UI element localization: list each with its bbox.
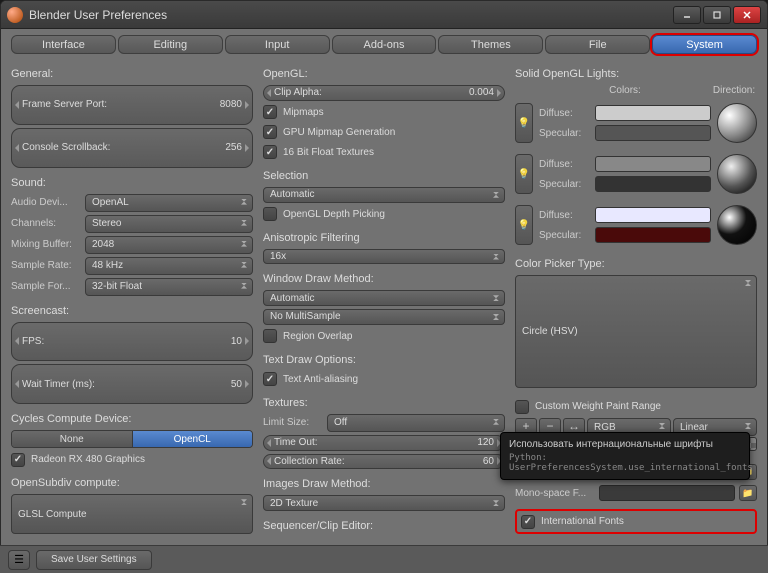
titlebar: Blender User Preferences	[1, 1, 767, 29]
footer: ☰ Save User Settings	[0, 545, 768, 573]
tooltip-python: Python: UserPreferencesSystem.use_intern…	[509, 453, 741, 473]
light-3-toggle[interactable]	[515, 205, 533, 245]
light-2-diffuse[interactable]	[595, 156, 711, 172]
tooltip: Использовать интернациональные шрифты Py…	[500, 432, 750, 480]
seq-label: Sequencer/Clip Editor:	[263, 520, 505, 532]
light-3-direction[interactable]	[717, 205, 757, 245]
tab-editing[interactable]: Editing	[118, 35, 223, 54]
sound-label: Sound:	[11, 177, 253, 189]
wdm-method[interactable]: Automatic	[263, 290, 505, 306]
wdm-label: Window Draw Method:	[263, 273, 505, 285]
selection-label: Selection	[263, 170, 505, 182]
gpu-radeon[interactable]: Radeon RX 480 Graphics	[11, 451, 253, 468]
light-1-diffuse[interactable]	[595, 105, 711, 121]
collection-rate[interactable]: Collection Rate:60	[263, 454, 505, 470]
compute-device-toggle: None OpenCL	[11, 430, 253, 448]
tab-themes[interactable]: Themes	[438, 35, 543, 54]
prefs-icon[interactable]: ☰	[8, 550, 30, 570]
color-picker-type[interactable]: Circle (HSV)	[515, 275, 757, 388]
region-overlap[interactable]: Region Overlap	[263, 328, 505, 345]
aniso-value[interactable]: 16x	[263, 249, 505, 265]
mono-font-browse[interactable]: 📁	[739, 485, 757, 501]
frame-server-port[interactable]: Frame Server Port:8080	[11, 85, 253, 125]
compute-none[interactable]: None	[12, 431, 133, 447]
wait-timer[interactable]: Wait Timer (ms):50	[11, 364, 253, 404]
col-general: General: Frame Server Port:8080 Console …	[11, 62, 253, 534]
preferences-window: Blender User Preferences Interface Editi…	[0, 0, 768, 573]
light-2-specular[interactable]	[595, 176, 711, 192]
light-2-direction[interactable]	[717, 154, 757, 194]
light-3-specular[interactable]	[595, 227, 711, 243]
audio-device[interactable]: OpenAL	[85, 194, 253, 212]
light-1-direction[interactable]	[717, 103, 757, 143]
selection-mode[interactable]: Automatic	[263, 187, 505, 203]
tab-interface[interactable]: Interface	[11, 35, 116, 54]
osd-compute[interactable]: GLSL Compute	[11, 494, 253, 534]
mipmaps[interactable]: Mipmaps	[263, 104, 505, 121]
international-fonts[interactable]: International Fonts	[521, 513, 751, 530]
cpt-label: Color Picker Type:	[515, 258, 757, 270]
cycles-label: Cycles Compute Device:	[11, 413, 253, 425]
close-button[interactable]	[733, 6, 761, 24]
general-label: General:	[11, 68, 253, 80]
img-method[interactable]: 2D Texture	[263, 495, 505, 511]
window-title: Blender User Preferences	[29, 8, 673, 22]
osd-label: OpenSubdiv compute:	[11, 477, 253, 489]
text-aa[interactable]: Text Anti-aliasing	[263, 371, 505, 388]
maximize-button[interactable]	[703, 6, 731, 24]
tab-system[interactable]: System	[652, 35, 757, 54]
tab-file[interactable]: File	[545, 35, 650, 54]
app-icon	[7, 7, 23, 23]
tdo-label: Text Draw Options:	[263, 354, 505, 366]
sample-rate[interactable]: 48 kHz	[85, 257, 253, 275]
light-2-toggle[interactable]	[515, 154, 533, 194]
channels[interactable]: Stereo	[85, 215, 253, 233]
light-1-toggle[interactable]	[515, 103, 533, 143]
screencast-label: Screencast:	[11, 305, 253, 317]
tab-input[interactable]: Input	[225, 35, 330, 54]
lights-label: Solid OpenGL Lights:	[515, 68, 757, 80]
wdm-multisample[interactable]: No MultiSample	[263, 309, 505, 325]
tooltip-text: Использовать интернациональные шрифты	[509, 439, 741, 450]
mono-font-path[interactable]	[599, 485, 735, 501]
sample-format[interactable]: 32-bit Float	[85, 278, 253, 296]
float16-tex[interactable]: 16 Bit Float Textures	[263, 144, 505, 161]
fps[interactable]: FPS:10	[11, 322, 253, 362]
depth-picking[interactable]: OpenGL Depth Picking	[263, 206, 505, 223]
mixing-buffer[interactable]: 2048	[85, 236, 253, 254]
tabs: Interface Editing Input Add-ons Themes F…	[1, 29, 767, 58]
save-user-settings[interactable]: Save User Settings	[36, 550, 152, 570]
console-scrollback[interactable]: Console Scrollback:256	[11, 128, 253, 168]
tex-label: Textures:	[263, 397, 505, 409]
time-out[interactable]: Time Out:120	[263, 435, 505, 451]
custom-weight-paint[interactable]: Custom Weight Paint Range	[515, 398, 757, 415]
minimize-button[interactable]	[673, 6, 701, 24]
gpu-mipmap[interactable]: GPU Mipmap Generation	[263, 124, 505, 141]
col-opengl: OpenGL: Clip Alpha:0.004 Mipmaps GPU Mip…	[263, 62, 505, 534]
img-label: Images Draw Method:	[263, 478, 505, 490]
clip-alpha[interactable]: Clip Alpha:0.004	[263, 85, 505, 101]
light-1-specular[interactable]	[595, 125, 711, 141]
compute-opencl[interactable]: OpenCL	[133, 431, 253, 447]
limit-size[interactable]: Off	[327, 414, 505, 432]
tab-addons[interactable]: Add-ons	[332, 35, 437, 54]
opengl-label: OpenGL:	[263, 68, 505, 80]
light-3-diffuse[interactable]	[595, 207, 711, 223]
aniso-label: Anisotropic Filtering	[263, 232, 505, 244]
